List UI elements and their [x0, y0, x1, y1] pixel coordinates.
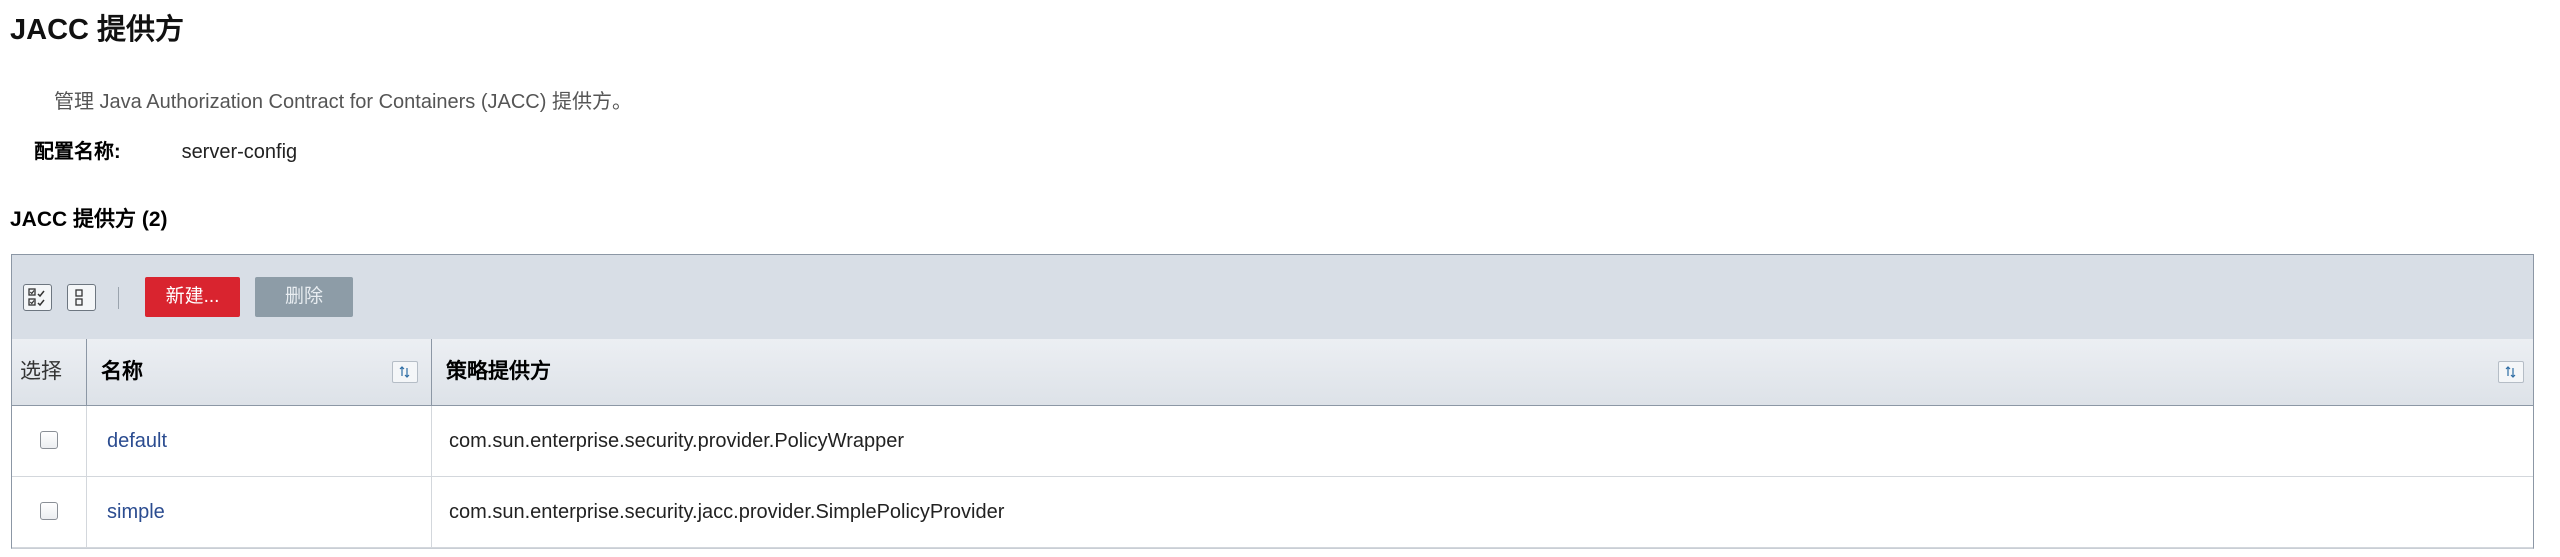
table-toolbar: 新建... 删除	[12, 255, 2533, 340]
config-name-row: 配置名称: server-config	[34, 135, 297, 164]
table-row: default com.sun.enterprise.security.prov…	[12, 406, 2533, 477]
row-name-link[interactable]: default	[87, 406, 432, 477]
table-header-row: 选择 名称 策略提供方	[12, 339, 2533, 406]
new-button[interactable]: 新建...	[145, 277, 240, 317]
row-checkbox[interactable]	[40, 431, 58, 449]
column-header-policy-label: 策略提供方	[446, 360, 551, 383]
column-header-select: 选择	[12, 339, 87, 405]
row-policy-provider: com.sun.enterprise.security.jacc.provide…	[449, 501, 1005, 523]
deselect-all-button[interactable]	[67, 284, 96, 311]
row-select-cell	[12, 406, 87, 477]
config-name-value: server-config	[181, 141, 298, 163]
row-name-link[interactable]: simple	[87, 477, 432, 548]
sort-policy-icon[interactable]	[2498, 361, 2524, 383]
select-all-button[interactable]	[23, 284, 52, 311]
deselect-all-icon	[75, 289, 83, 306]
table-row: simple com.sun.enterprise.security.jacc.…	[12, 477, 2533, 548]
column-header-name-label: 名称	[101, 360, 143, 383]
column-header-name[interactable]: 名称	[87, 339, 432, 405]
page: JACC 提供方 管理 Java Authorization Contract …	[0, 0, 2554, 557]
page-title: JACC 提供方	[10, 14, 185, 46]
column-header-policy[interactable]: 策略提供方	[432, 339, 2533, 405]
select-all-icon	[28, 288, 45, 307]
page-help-text: 管理 Java Authorization Contract for Conta…	[54, 91, 632, 113]
row-select-cell	[12, 477, 87, 548]
row-policy-provider: com.sun.enterprise.security.provider.Pol…	[449, 430, 904, 452]
providers-table: 新建... 删除 选择 名称 策略提供方 default com.sun.ent…	[11, 254, 2534, 549]
delete-button[interactable]: 删除	[255, 277, 353, 317]
toolbar-separator	[118, 287, 119, 309]
config-name-label: 配置名称:	[34, 141, 121, 163]
table-title: JACC 提供方 (2)	[10, 208, 168, 231]
sort-name-icon[interactable]	[392, 361, 418, 383]
row-checkbox[interactable]	[40, 502, 58, 520]
